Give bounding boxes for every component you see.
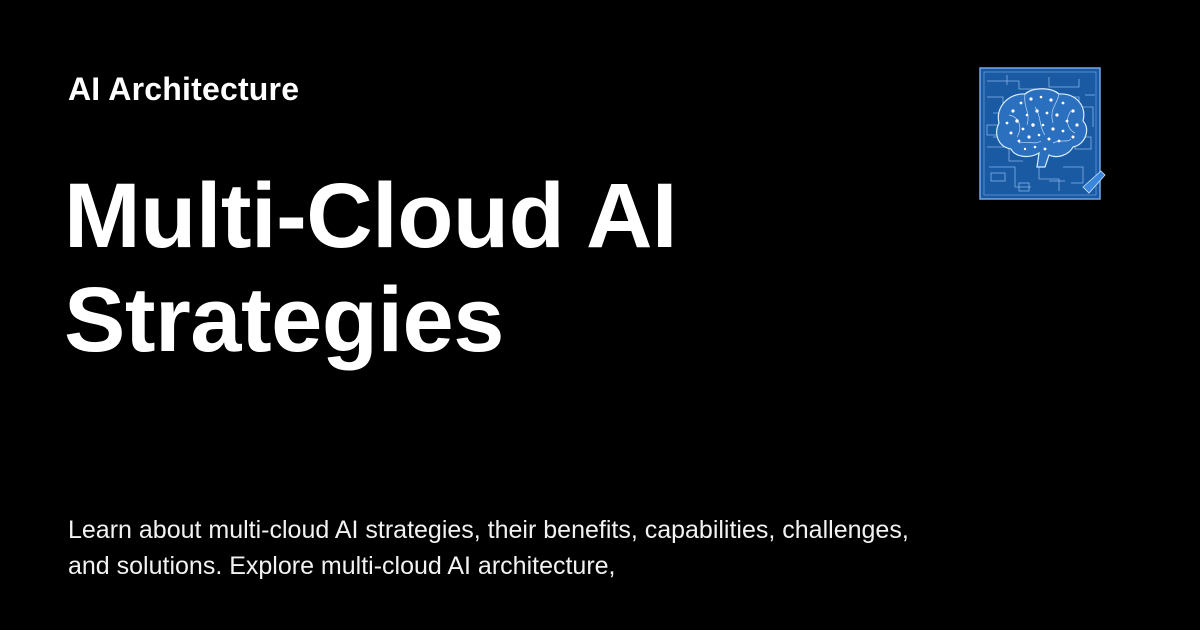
site-name[interactable]: AI Architecture [68,68,299,110]
page-title: Multi-Cloud AI Strategies [64,165,677,371]
brain-blueprint-icon [979,67,1106,200]
site-logo[interactable] [979,67,1107,201]
page-description: Learn about multi-cloud AI strategies, t… [68,516,909,580]
